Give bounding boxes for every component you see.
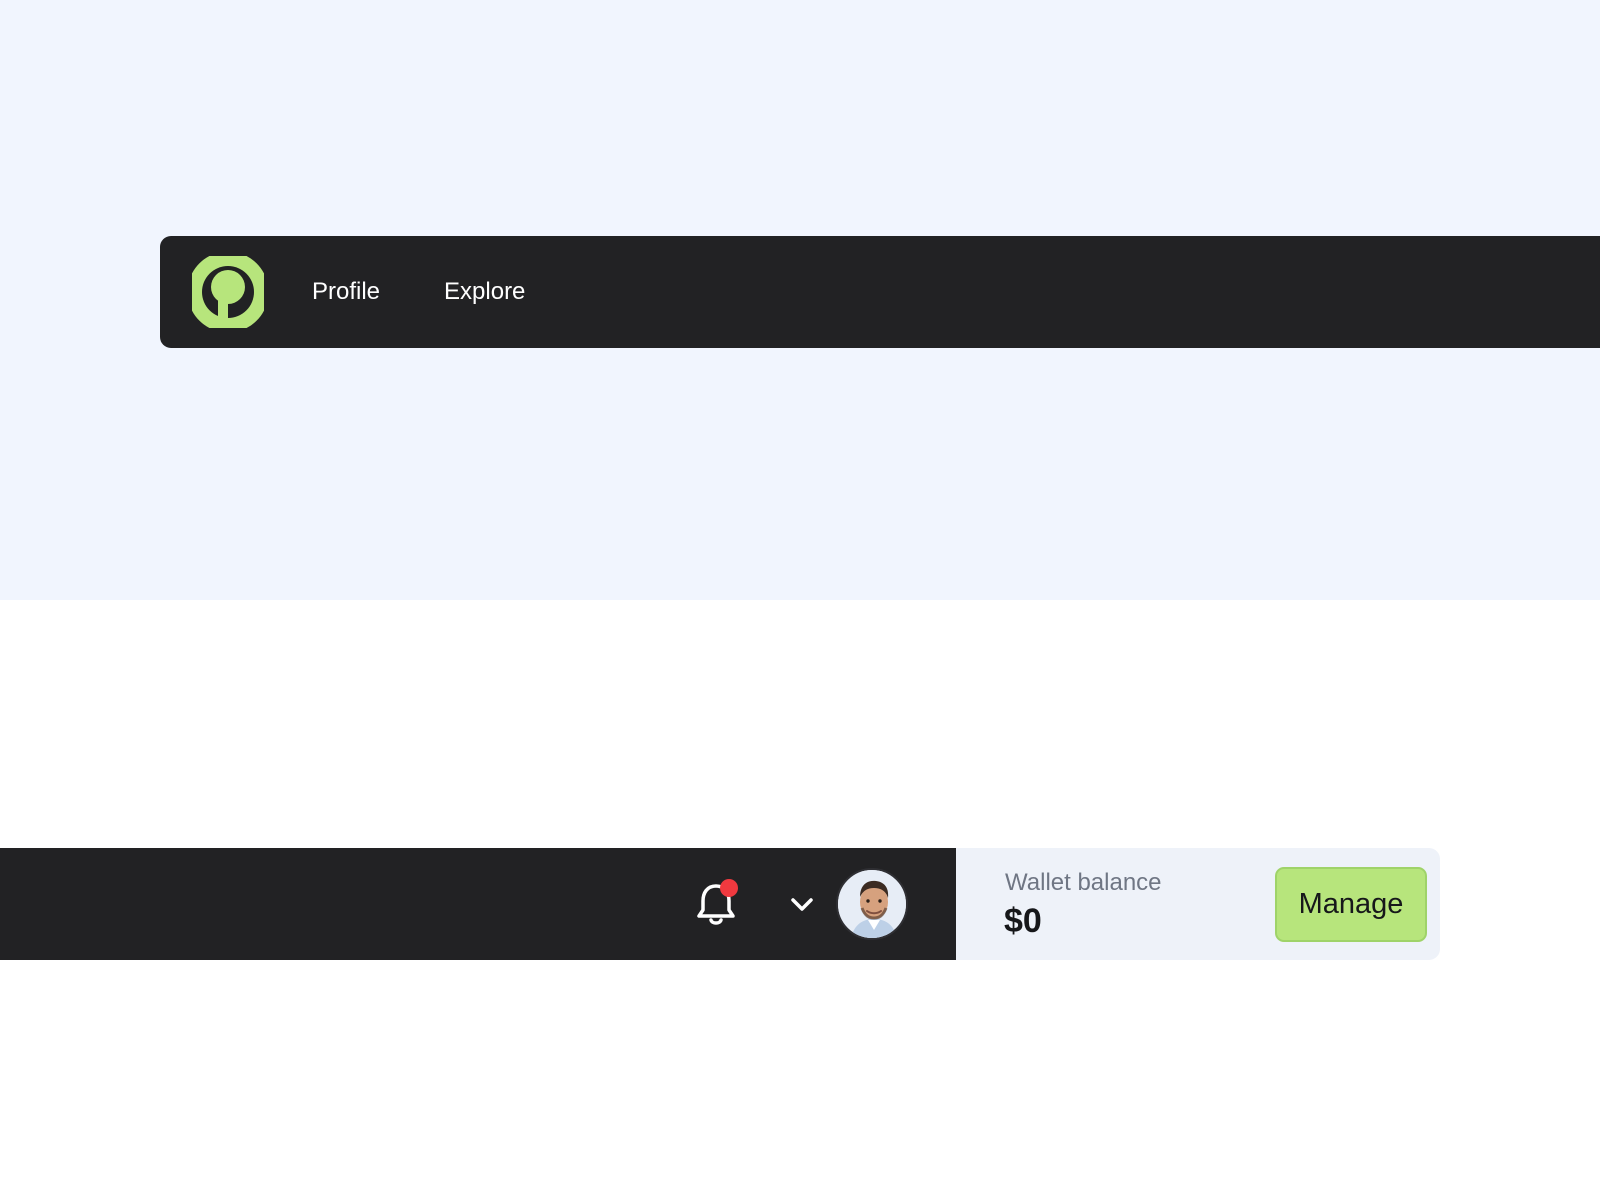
main-navbar-left: Profile Explore: [160, 236, 1600, 348]
person-avatar-icon: [838, 870, 906, 938]
user-avatar[interactable]: [836, 868, 908, 940]
nav-link-explore[interactable]: Explore: [444, 278, 525, 306]
nav-link-profile[interactable]: Profile: [312, 278, 380, 306]
wallet-card: Wallet balance $0 Manage: [956, 848, 1440, 960]
manage-wallet-button[interactable]: Manage: [1275, 867, 1427, 942]
wallet-balance-amount: $0: [1004, 902, 1042, 940]
notifications-button[interactable]: [696, 879, 738, 926]
main-navbar-right: [0, 848, 956, 960]
chevron-down-icon[interactable]: [788, 890, 816, 918]
wallet-balance-label: Wallet balance: [1005, 869, 1162, 896]
circle-logo-icon[interactable]: [192, 256, 264, 328]
zoomed-navbar-left-view: Profile Explore: [0, 0, 1600, 600]
notification-dot: [720, 879, 738, 897]
